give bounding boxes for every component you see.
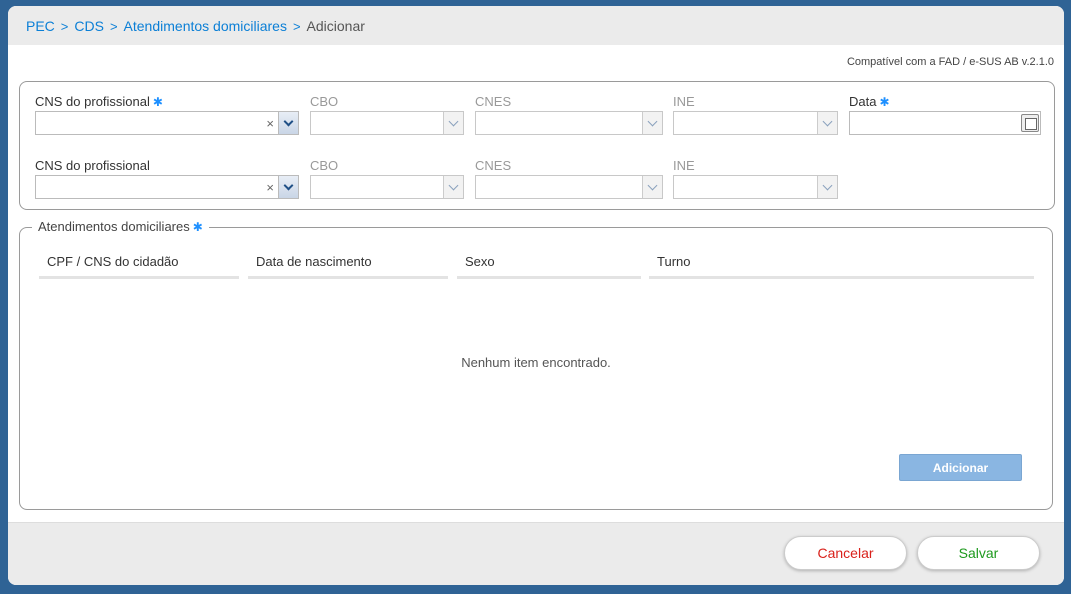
data-label-text: Data [849,94,877,109]
atendimentos-legend-text: Atendimentos domiciliares [38,219,190,234]
breadcrumb-separator: > [60,19,69,34]
chevron-down-icon[interactable] [817,112,837,134]
ine-label-2: INE [673,158,695,173]
breadcrumb-current: Adicionar [306,18,365,34]
required-icon: ✱ [152,95,163,109]
save-button[interactable]: Salvar [917,536,1040,570]
column-header-nascimento[interactable]: Data de nascimento [248,254,448,279]
cns-label-2: CNS do profissional [35,158,150,173]
breadcrumb-separator: > [292,19,301,34]
clear-icon[interactable]: × [266,180,274,195]
breadcrumb-pec[interactable]: PEC [26,18,55,34]
ine-combo-1[interactable] [673,111,838,135]
add-button[interactable]: Adicionar [899,454,1022,481]
atendimentos-fieldset: Atendimentos domiciliares ✱ CPF / CNS do … [19,219,1053,510]
clear-icon[interactable]: × [266,116,274,131]
breadcrumb-separator: > [109,19,118,34]
data-field[interactable] [849,111,1041,135]
cns-combo-1[interactable]: × [35,111,299,135]
chevron-down-icon[interactable] [443,176,463,198]
chevron-down-icon[interactable] [443,112,463,134]
cbo-label-1: CBO [310,94,339,109]
cbo-combo-2[interactable] [310,175,464,199]
cancel-button[interactable]: Cancelar [784,536,907,570]
ine-label-1: INE [673,94,695,109]
cnes-combo-1[interactable] [475,111,663,135]
footer: Cancelar Salvar [8,522,1064,585]
cbo-combo-1[interactable] [310,111,464,135]
cns-label-1: CNS do profissional ✱ [35,94,163,109]
column-header-sexo[interactable]: Sexo [457,254,641,279]
chevron-down-icon[interactable] [642,112,662,134]
calendar-icon[interactable] [1021,114,1039,132]
chevron-down-icon[interactable] [278,176,298,198]
column-header-turno[interactable]: Turno [649,254,1034,279]
professional-fieldset: CNS do profissional ✱ CBO CNES INE Data ✱ … [19,81,1055,210]
compat-text: Compatível com a FAD / e-SUS AB v.2.1.0 [846,56,1054,68]
chevron-down-icon[interactable] [817,176,837,198]
ine-combo-2[interactable] [673,175,838,199]
cns-label-text: CNS do profissional [35,94,150,109]
cnes-combo-2[interactable] [475,175,663,199]
cbo-label-2: CBO [310,158,339,173]
cnes-label-1: CNES [475,94,512,109]
chevron-down-icon[interactable] [642,176,662,198]
breadcrumb: PEC > CDS > Atendimentos domiciliares > Adicio… [8,6,1064,45]
required-icon: ✱ [879,95,890,109]
required-icon: ✱ [192,220,203,234]
breadcrumb-cds[interactable]: CDS [74,18,104,34]
atendimentos-legend: Atendimentos domiciliares ✱ [32,219,209,234]
breadcrumb-atendimentos[interactable]: Atendimentos domiciliares [124,18,287,34]
main-window: PEC > CDS > Atendimentos domiciliares > Adicio… [8,6,1064,585]
cnes-label-2: CNES [475,158,512,173]
column-header-cpf[interactable]: CPF / CNS do cidadão [39,254,239,279]
chevron-down-icon[interactable] [278,112,298,134]
empty-message: Nenhum item encontrado. [461,355,611,370]
cns-combo-2[interactable]: × [35,175,299,199]
data-label: Data ✱ [849,94,890,109]
